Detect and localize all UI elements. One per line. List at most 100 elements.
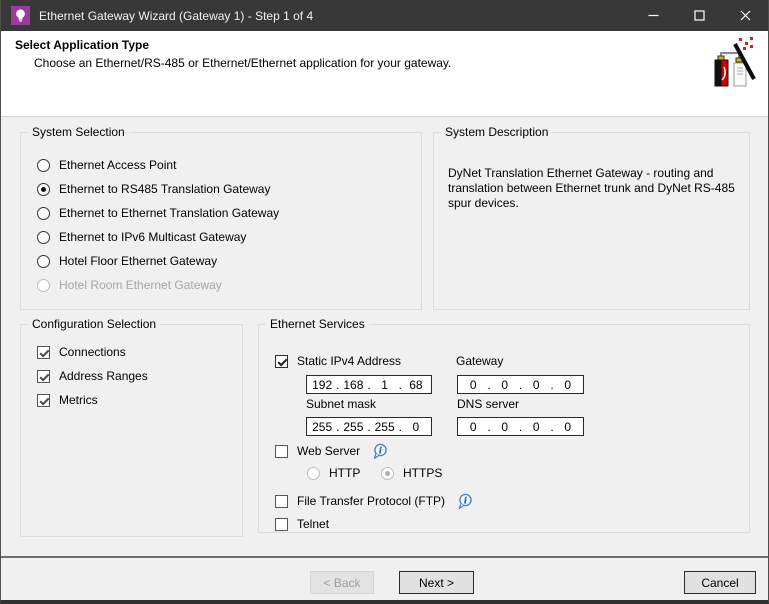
next-button[interactable]: Next > bbox=[399, 571, 474, 594]
static-ipv4-checkbox[interactable] bbox=[275, 354, 288, 368]
radio-option-row[interactable]: Ethernet Access Point bbox=[37, 153, 421, 177]
radio-option-row[interactable]: Ethernet to Ethernet Translation Gateway bbox=[37, 201, 421, 225]
wizard-window: Ethernet Gateway Wizard (Gateway 1) - St… bbox=[0, 0, 769, 604]
telnet-row[interactable]: Telnet bbox=[275, 512, 329, 536]
configuration-options: Connections Address Ranges Metrics bbox=[21, 331, 242, 412]
ip-octet[interactable]: 255 bbox=[309, 420, 335, 434]
option-label: Ethernet Access Point bbox=[59, 158, 177, 172]
static-ipv4-label: Static IPv4 Address bbox=[297, 354, 402, 368]
option-label: Ethernet to IPv6 Multicast Gateway bbox=[59, 230, 247, 244]
ftp-checkbox[interactable] bbox=[275, 494, 288, 508]
ip-octet[interactable]: 168 bbox=[340, 378, 366, 392]
option-label: Connections bbox=[59, 345, 126, 359]
wizard-wand-icon bbox=[712, 36, 756, 90]
http-label: HTTP bbox=[329, 466, 361, 480]
radio-button-icon bbox=[37, 278, 50, 292]
radio-option-row[interactable]: Hotel Floor Ethernet Gateway bbox=[37, 249, 421, 273]
radio-button-icon[interactable] bbox=[37, 182, 50, 196]
checkbox-option-row[interactable]: Address Ranges bbox=[37, 364, 242, 388]
subnet-mask-field[interactable]: 255. 255. 255. 0 bbox=[306, 417, 432, 436]
option-label: Hotel Room Ethernet Gateway bbox=[59, 278, 222, 292]
https-radio-row: HTTPS bbox=[381, 461, 442, 485]
window-title: Ethernet Gateway Wizard (Gateway 1) - St… bbox=[39, 8, 314, 23]
ftp-row[interactable]: File Transfer Protocol (FTP) i bbox=[275, 489, 474, 513]
maximize-button[interactable] bbox=[676, 0, 722, 31]
minimize-button[interactable] bbox=[630, 0, 676, 31]
ftp-label: File Transfer Protocol (FTP) bbox=[297, 494, 446, 508]
radio-button-icon[interactable] bbox=[37, 230, 50, 244]
gateway-label: Gateway bbox=[456, 354, 504, 368]
system-selection-options: Ethernet Access Point Ethernet to RS485 T… bbox=[21, 139, 421, 297]
system-selection-group: System Selection Ethernet Access Point Et… bbox=[20, 125, 422, 310]
web-server-info-icon[interactable]: i bbox=[371, 443, 389, 460]
ip-octet[interactable]: 0 bbox=[523, 378, 550, 392]
subnet-mask-label: Subnet mask bbox=[306, 397, 377, 411]
https-radio bbox=[381, 466, 394, 480]
https-label: HTTPS bbox=[403, 466, 443, 480]
checkbox-option-row[interactable]: Metrics bbox=[37, 388, 242, 412]
configuration-selection-title: Configuration Selection bbox=[32, 317, 157, 331]
static-ipv4-row[interactable]: Static IPv4 Address bbox=[275, 349, 401, 373]
ip-octet[interactable]: 68 bbox=[403, 378, 429, 392]
ip-octet[interactable]: 0 bbox=[460, 420, 487, 434]
ftp-info-icon[interactable]: i bbox=[456, 493, 474, 510]
window-controls bbox=[630, 0, 768, 31]
checkbox-option-row[interactable]: Connections bbox=[37, 340, 242, 364]
checkbox-icon[interactable] bbox=[37, 393, 50, 407]
web-server-label: Web Server bbox=[297, 444, 361, 458]
checkbox-icon[interactable] bbox=[37, 345, 50, 359]
ip-octet[interactable]: 0 bbox=[403, 420, 429, 434]
telnet-label: Telnet bbox=[297, 517, 330, 531]
ip-octet[interactable]: 0 bbox=[555, 378, 582, 392]
cancel-button[interactable]: Cancel bbox=[684, 571, 756, 594]
dns-server-label: DNS server bbox=[457, 397, 520, 411]
wizard-header: Select Application Type Choose an Ethern… bbox=[1, 31, 768, 117]
svg-text:i: i bbox=[464, 496, 468, 506]
page-subtitle: Choose an Ethernet/RS-485 or Ethernet/Et… bbox=[34, 56, 452, 70]
ip-octet[interactable]: 0 bbox=[460, 378, 487, 392]
radio-button-icon[interactable] bbox=[37, 206, 50, 220]
ip-octet[interactable]: 1 bbox=[372, 378, 398, 392]
radio-option-row[interactable]: Ethernet to IPv6 Multicast Gateway bbox=[37, 225, 421, 249]
radio-button-icon[interactable] bbox=[37, 158, 50, 172]
system-selection-title: System Selection bbox=[32, 125, 125, 139]
telnet-checkbox[interactable] bbox=[275, 517, 288, 531]
system-description-title: System Description bbox=[445, 125, 549, 139]
back-button: < Back bbox=[310, 571, 374, 594]
ip-octet[interactable]: 0 bbox=[492, 420, 519, 434]
svg-text:i: i bbox=[379, 446, 383, 456]
ethernet-services-group: Ethernet Services Static IPv4 Address Ga… bbox=[258, 317, 750, 533]
http-radio bbox=[307, 466, 320, 480]
ip-octet[interactable]: 0 bbox=[523, 420, 550, 434]
configuration-selection-group: Configuration Selection Connections Addre… bbox=[20, 317, 243, 537]
radio-button-icon[interactable] bbox=[37, 254, 50, 268]
close-button[interactable] bbox=[722, 0, 768, 31]
web-server-row[interactable]: Web Server i bbox=[275, 439, 389, 463]
option-label: Metrics bbox=[59, 393, 98, 407]
ip-octet[interactable]: 0 bbox=[492, 378, 519, 392]
ip-address-field[interactable]: 192. 168. 1. 68 bbox=[306, 375, 432, 394]
checkbox-icon[interactable] bbox=[37, 369, 50, 383]
lightbulb-app-icon bbox=[11, 6, 30, 25]
option-label: Ethernet to RS485 Translation Gateway bbox=[59, 182, 271, 196]
ethernet-services-title: Ethernet Services bbox=[270, 317, 365, 331]
system-description-group: System Description DyNet Translation Eth… bbox=[433, 125, 750, 310]
option-label: Ethernet to Ethernet Translation Gateway bbox=[59, 206, 280, 220]
ip-octet[interactable]: 192 bbox=[309, 378, 335, 392]
radio-option-row: Hotel Room Ethernet Gateway bbox=[37, 273, 421, 297]
wizard-content: System Selection Ethernet Access Point Et… bbox=[1, 117, 768, 556]
gateway-field[interactable]: 0.0.0.0 bbox=[457, 375, 584, 394]
web-server-checkbox[interactable] bbox=[275, 444, 288, 458]
option-label: Hotel Floor Ethernet Gateway bbox=[59, 254, 218, 268]
footer: < Back Next > Cancel bbox=[1, 558, 768, 600]
ip-octet[interactable]: 255 bbox=[340, 420, 366, 434]
dns-server-field[interactable]: 0.0.0.0 bbox=[457, 417, 584, 436]
titlebar: Ethernet Gateway Wizard (Gateway 1) - St… bbox=[1, 0, 768, 31]
ip-octet[interactable]: 255 bbox=[372, 420, 398, 434]
http-radio-row: HTTP bbox=[307, 461, 360, 485]
radio-option-row[interactable]: Ethernet to RS485 Translation Gateway bbox=[37, 177, 421, 201]
page-title: Select Application Type bbox=[15, 38, 150, 52]
ip-octet[interactable]: 0 bbox=[555, 420, 582, 434]
option-label: Address Ranges bbox=[59, 369, 148, 383]
system-description-text: DyNet Translation Ethernet Gateway - rou… bbox=[448, 166, 735, 210]
